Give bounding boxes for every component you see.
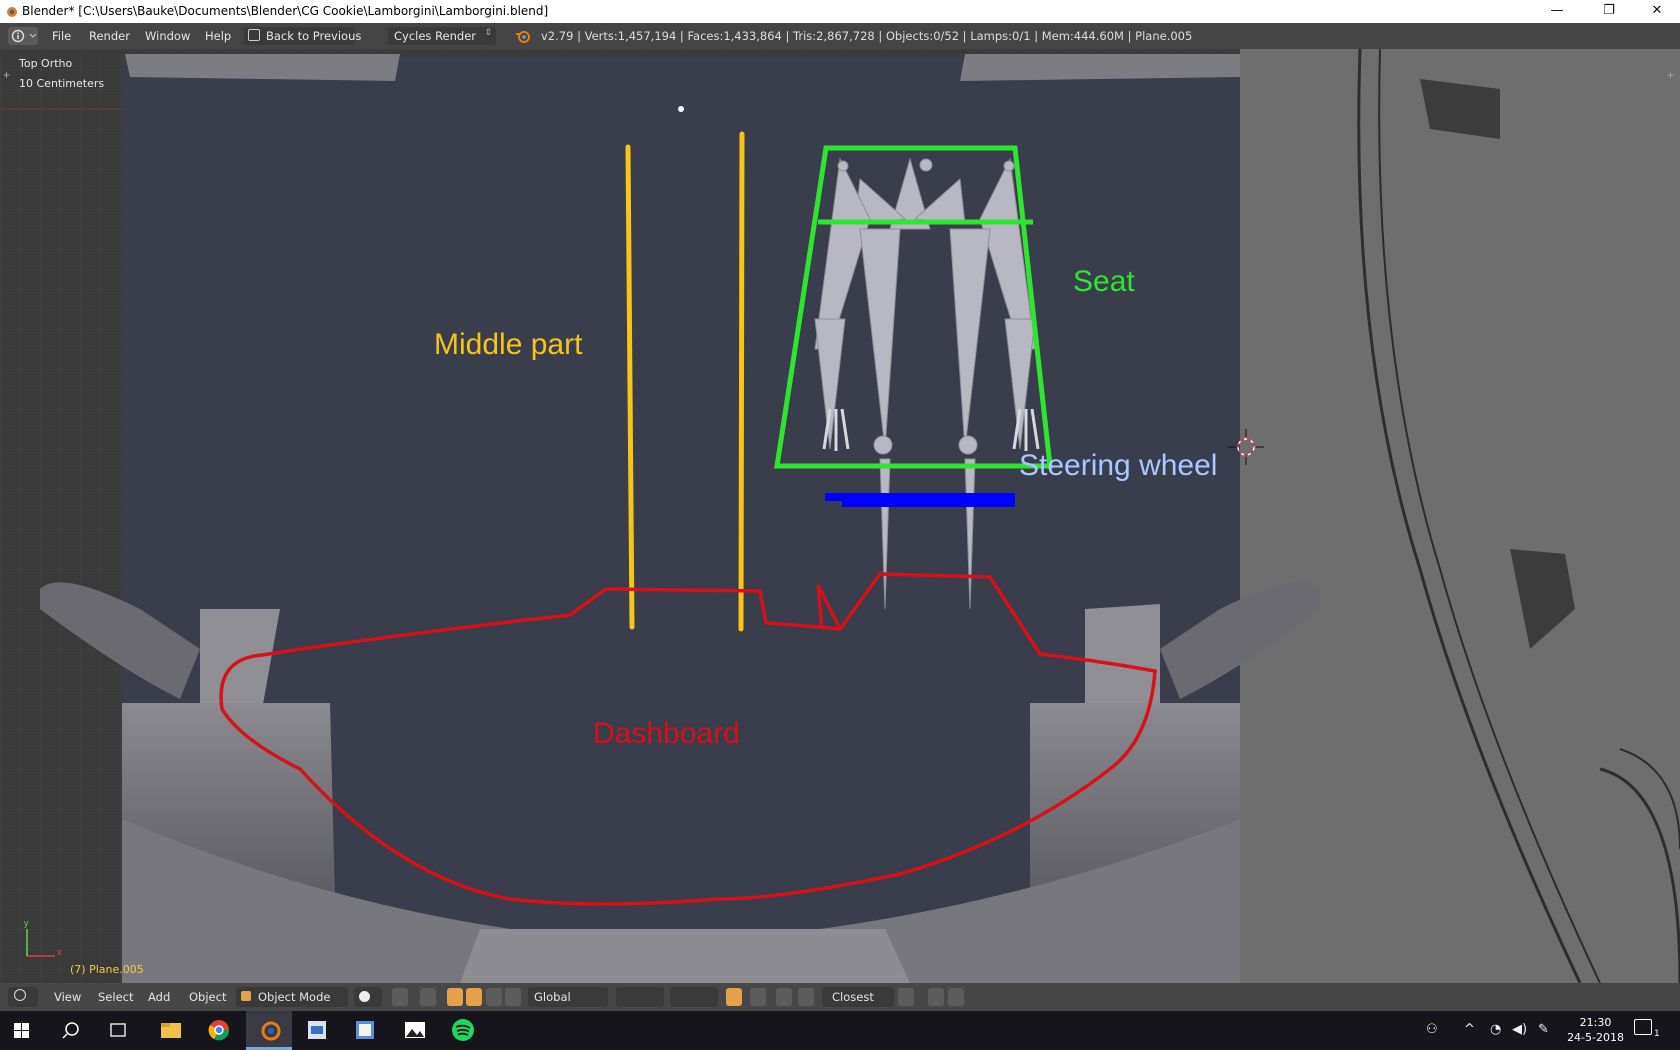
chrome-icon[interactable] bbox=[196, 1011, 242, 1050]
dashboard-label: Dashboard bbox=[593, 717, 740, 750]
scene-layers[interactable] bbox=[616, 987, 664, 1007]
scene-stats: v2.79 | Verts:1,457,194 | Faces:1,433,86… bbox=[541, 29, 1193, 43]
object-mode-icon bbox=[241, 991, 251, 1001]
axis-y-label: y bbox=[24, 918, 29, 928]
blender-taskbar-icon[interactable] bbox=[246, 1011, 292, 1050]
network-icon[interactable]: ◔ bbox=[1490, 1022, 1501, 1037]
snap-toggle-icon[interactable] bbox=[776, 988, 792, 1006]
menu-render[interactable]: Render bbox=[89, 29, 130, 43]
mode-select[interactable]: Object Mode bbox=[236, 987, 348, 1007]
editor-type-select[interactable] bbox=[8, 987, 38, 1007]
scene-layers-2[interactable] bbox=[670, 987, 718, 1007]
window-titlebar: Blender* [C:\Users\Bauke\Documents\Blend… bbox=[0, 0, 1680, 23]
menu-view[interactable]: View bbox=[54, 990, 81, 1004]
spotify-icon[interactable] bbox=[440, 1011, 486, 1050]
screen-icon bbox=[248, 29, 260, 41]
info-icon bbox=[11, 29, 37, 43]
back-to-previous-button[interactable]: Back to Previous bbox=[244, 27, 361, 45]
start-windows-icon[interactable] bbox=[0, 1011, 46, 1050]
manipulator-icon[interactable] bbox=[420, 988, 436, 1006]
render-engine-select[interactable]: Cycles Render ⇕ bbox=[388, 27, 496, 45]
shading-select[interactable] bbox=[354, 987, 382, 1007]
window-title: Blender* [C:\Users\Bauke\Documents\Blend… bbox=[22, 4, 549, 18]
back-to-previous-label: Back to Previous bbox=[266, 29, 362, 43]
blender-icon bbox=[7, 7, 17, 17]
menu-select[interactable]: Select bbox=[98, 990, 133, 1004]
minimize-button[interactable]: — bbox=[1534, 0, 1580, 23]
solid-shading-icon bbox=[359, 991, 370, 1002]
menu-window[interactable]: Window bbox=[145, 29, 190, 43]
menu-add[interactable]: Add bbox=[148, 990, 170, 1004]
windows-taskbar: ⚇ ^ ◔ ◀) ✎ 21:30 24-5-2018 1 bbox=[0, 1011, 1680, 1050]
photos-icon[interactable] bbox=[392, 1011, 438, 1050]
menu-help[interactable]: Help bbox=[205, 29, 231, 43]
clock-date: 24-5-2018 bbox=[1567, 1031, 1624, 1044]
volume-icon[interactable]: ◀) bbox=[1512, 1022, 1527, 1037]
snap-target-select[interactable]: Closest bbox=[822, 987, 894, 1007]
search-icon[interactable] bbox=[48, 1011, 94, 1050]
proportional-edit-icon[interactable] bbox=[750, 988, 766, 1006]
lock-layers-icon[interactable] bbox=[726, 988, 742, 1006]
blender-logo-icon bbox=[516, 31, 530, 43]
render-engine-label: Cycles Render bbox=[394, 29, 477, 43]
orientation-label: Global bbox=[534, 990, 571, 1004]
task-view-icon[interactable] bbox=[96, 1011, 142, 1050]
grid-scale: 10 Centimeters bbox=[19, 77, 105, 90]
object-origin-dot bbox=[678, 106, 684, 112]
close-button[interactable]: ✕ bbox=[1634, 0, 1680, 23]
active-object-label: (7) Plane.005 bbox=[70, 963, 144, 976]
properties-toggle-icon[interactable]: + bbox=[1667, 68, 1674, 82]
car-reference-image bbox=[1240, 49, 1680, 983]
view-name: Top Ortho bbox=[19, 57, 73, 70]
scale-manipulator-icon[interactable] bbox=[486, 988, 502, 1006]
snap-target-label: Closest bbox=[832, 990, 874, 1004]
clock-time: 21:30 bbox=[1579, 1016, 1612, 1029]
seat-label: Seat bbox=[1073, 265, 1135, 298]
menu-object[interactable]: Object bbox=[189, 990, 226, 1004]
toolshelf-toggle-icon[interactable]: + bbox=[3, 68, 10, 82]
3d-view-icon bbox=[14, 989, 26, 1001]
pen-icon[interactable]: ✎ bbox=[1538, 1022, 1549, 1037]
3d-view-header: View Select Add Object Object Mode Globa… bbox=[0, 983, 1680, 1011]
notification-count: 1 bbox=[1654, 1029, 1660, 1039]
action-center-icon[interactable] bbox=[1634, 1019, 1652, 1035]
axis-x-label: x bbox=[57, 947, 62, 957]
menu-file[interactable]: File bbox=[52, 29, 71, 43]
restore-button[interactable]: ❐ bbox=[1586, 0, 1632, 23]
paint-icon[interactable] bbox=[342, 1011, 388, 1050]
steering-wheel-marker bbox=[825, 493, 1015, 507]
clock[interactable]: 21:30 24-5-2018 bbox=[1567, 1015, 1624, 1045]
people-icon[interactable]: ⚇ bbox=[1426, 1022, 1438, 1037]
rotate-manipulator-icon[interactable] bbox=[466, 988, 482, 1006]
select-arrows-icon: ⇕ bbox=[484, 28, 492, 38]
3d-viewport[interactable]: Middle part Seat Steering wheel Dashboar… bbox=[0, 49, 1680, 983]
orientation-select[interactable]: Global bbox=[528, 987, 608, 1007]
transform-orientation-icon[interactable] bbox=[505, 988, 521, 1006]
file-explorer-icon[interactable] bbox=[148, 1011, 194, 1050]
render-still-icon[interactable] bbox=[928, 988, 944, 1006]
translate-manipulator-icon[interactable] bbox=[447, 988, 463, 1006]
info-header: File Render Window Help Back to Previous… bbox=[0, 23, 1680, 49]
render-animation-icon[interactable] bbox=[948, 988, 964, 1006]
editor-type-button[interactable] bbox=[8, 27, 38, 45]
mode-label: Object Mode bbox=[258, 990, 331, 1004]
render-camera-icon[interactable] bbox=[898, 988, 914, 1006]
pivot-point-icon[interactable] bbox=[392, 988, 408, 1006]
app-window-icon[interactable] bbox=[294, 1011, 340, 1050]
steering-wheel-label: Steering wheel bbox=[1019, 449, 1217, 482]
viewport-canvas[interactable]: Middle part Seat Steering wheel Dashboar… bbox=[0, 49, 1680, 983]
middle-part-label: Middle part bbox=[434, 328, 583, 361]
tray-expand-icon[interactable]: ^ bbox=[1464, 1022, 1475, 1037]
snap-element-icon[interactable] bbox=[798, 988, 814, 1006]
